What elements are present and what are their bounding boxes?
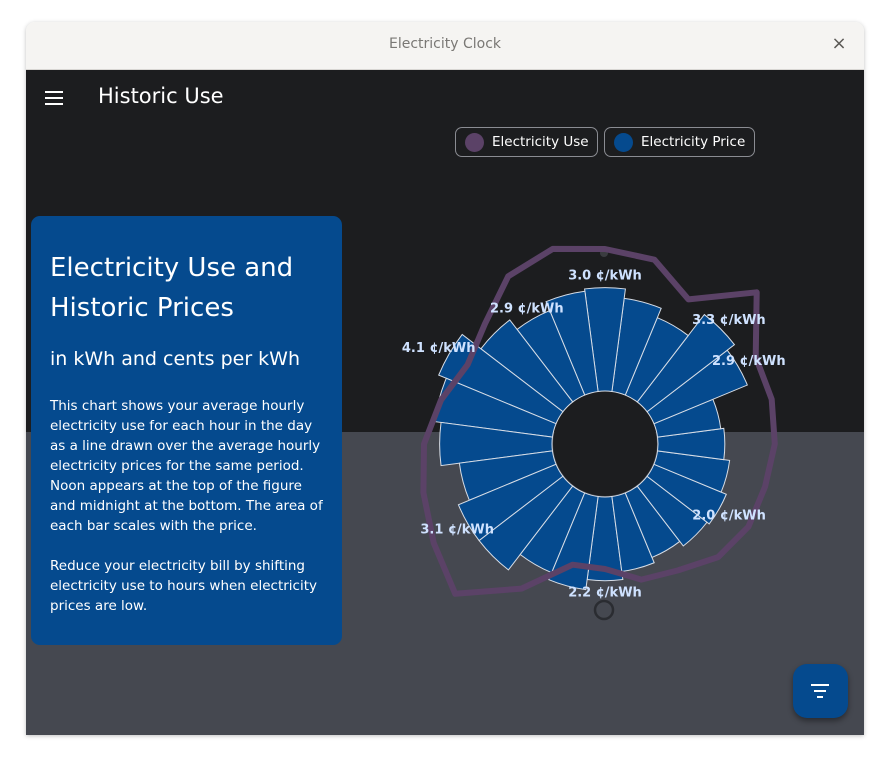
chart-center-hole [553, 392, 657, 496]
info-paragraph-1: This chart shows your average hourly ele… [50, 398, 323, 534]
price-label-hour-9: 3.3 ¢/kWh [692, 313, 766, 328]
price-label-hour-8: 2.9 ¢/kWh [712, 354, 786, 369]
info-subheading: in kWh and cents per kWh [50, 348, 301, 370]
close-icon[interactable]: × [828, 33, 850, 55]
app-content: Historic Use Electricity Use Electricity… [26, 70, 864, 735]
price-label-hour-0: 2.2 ¢/kWh [568, 586, 642, 601]
app-window: Electricity Clock × Historic Use Electri… [26, 22, 864, 735]
info-card: Electricity Use and Historic Prices in k… [31, 216, 342, 645]
price-label-hour-4: 2.0 ¢/kWh [692, 509, 766, 524]
filter-button[interactable] [793, 664, 848, 718]
price-label-hour-16: 4.1 ¢/kWh [402, 341, 476, 356]
info-heading: Electricity Use and Historic Prices [50, 253, 294, 323]
price-label-hour-14: 2.9 ¢/kWh [490, 302, 564, 317]
info-paragraph-2: Reduce your electricity bill by shifting… [50, 558, 317, 614]
moon-icon [593, 599, 615, 621]
price-label-hour-20: 3.1 ¢/kWh [420, 522, 494, 537]
title-bar: Electricity Clock × [26, 22, 864, 70]
price-label-hour-12: 3.0 ¢/kWh [568, 269, 642, 284]
window-title: Electricity Clock [388, 36, 502, 52]
